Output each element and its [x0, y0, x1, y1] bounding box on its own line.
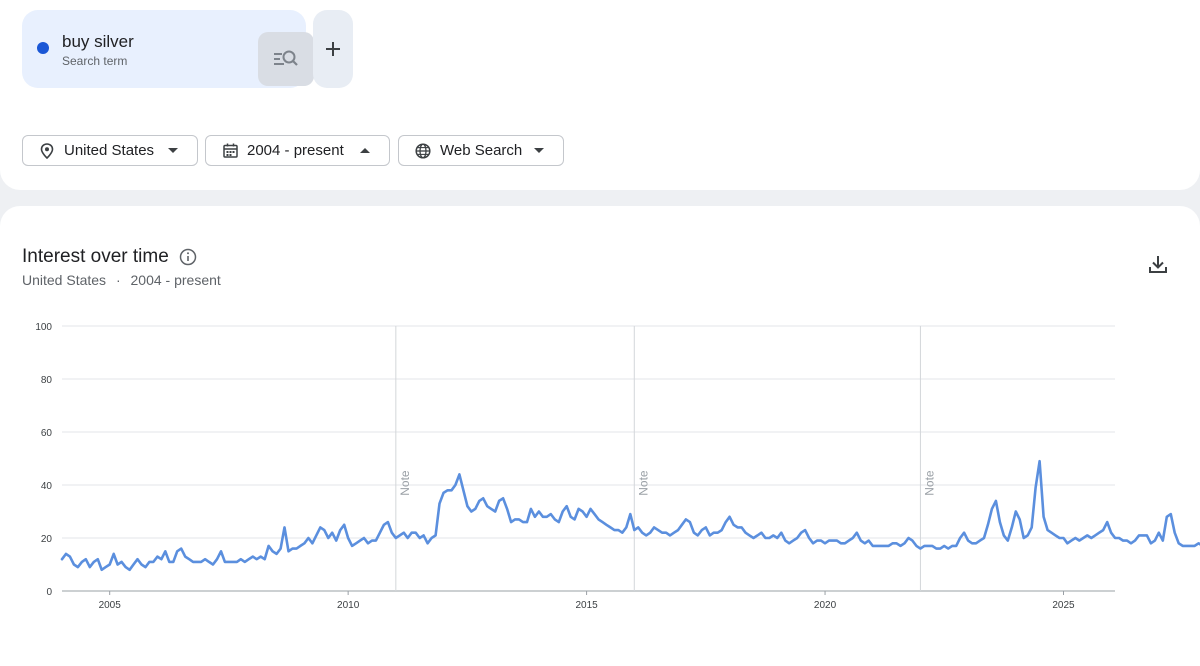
x-tick-label: 2005 [99, 600, 122, 611]
interest-line-chart: 0 20 40 60 80 100 2005 2010 2015 2020 2025 Note Note… [35, 322, 1200, 611]
x-tick-label: 2025 [1052, 600, 1075, 611]
note-label: Note [636, 470, 650, 496]
y-tick-label: 80 [41, 375, 53, 386]
y-tick-label: 40 [41, 481, 53, 492]
query-panel: buy silver Search term United States 200… [0, 0, 1200, 190]
region-filter-label: United States [64, 142, 155, 159]
calendar-icon [222, 143, 238, 159]
property-filter[interactable]: Web Search [398, 135, 564, 166]
globe-icon [415, 142, 431, 159]
series-line-buy-silver [60, 459, 1200, 572]
x-tick-label: 2010 [337, 600, 360, 611]
x-tick-label: 2020 [814, 600, 837, 611]
y-tick-label: 20 [41, 534, 53, 545]
compare-search-icon [274, 50, 298, 66]
property-filter-label: Web Search [440, 142, 523, 159]
note-label: Note [922, 470, 936, 496]
time-range-filter[interactable]: 2004 - present [205, 135, 390, 166]
compare-button[interactable] [258, 32, 314, 86]
chevron-up-icon [360, 148, 370, 153]
y-tick-label: 60 [41, 428, 53, 439]
add-term-button[interactable] [313, 10, 353, 88]
interest-over-time-panel: Interest over time United States · 2004 … [0, 206, 1200, 666]
y-tick-label: 100 [35, 322, 52, 333]
region-filter[interactable]: United States [22, 135, 198, 166]
term-color-dot [37, 42, 49, 54]
time-range-filter-label: 2004 - present [247, 142, 344, 159]
plus-icon [326, 42, 340, 56]
y-tick-label: 0 [46, 587, 52, 598]
x-tick-label: 2015 [575, 600, 598, 611]
search-term-card[interactable]: buy silver Search term [22, 10, 314, 88]
search-term-type: Search term [62, 54, 128, 68]
note-label: Note [398, 470, 412, 496]
chevron-down-icon [534, 148, 544, 153]
search-term-name: buy silver [62, 32, 134, 51]
chevron-down-icon [168, 148, 178, 153]
location-pin-icon [39, 142, 55, 159]
